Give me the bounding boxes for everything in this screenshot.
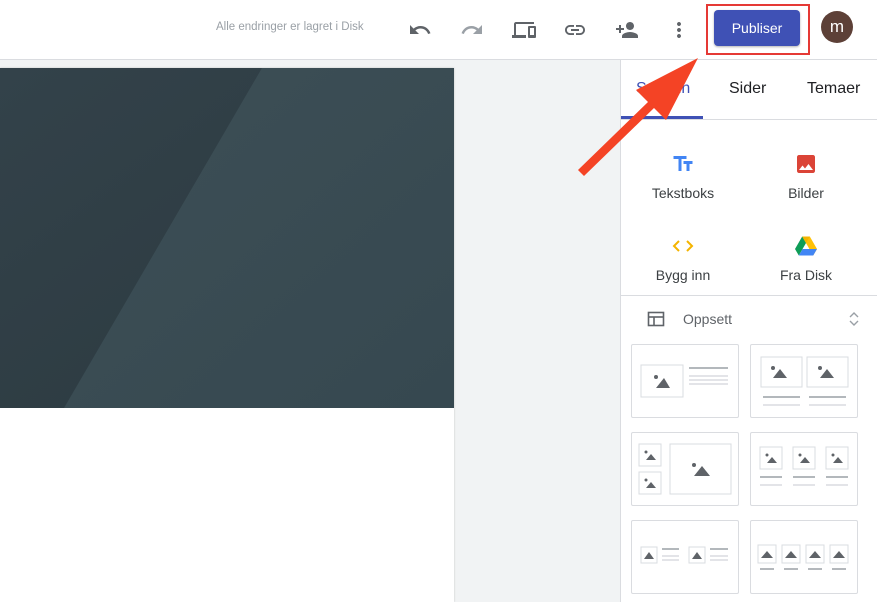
- redo-icon: [461, 25, 482, 34]
- side-panel: Sett inn Sider Temaer Tekstboks Bilder B…: [620, 60, 877, 602]
- insert-textbox-label: Tekstboks: [651, 185, 715, 201]
- layouts-label: Oppsett: [683, 311, 733, 327]
- share-button[interactable]: [611, 14, 643, 46]
- layout-four-columns[interactable]: [750, 520, 858, 594]
- layout-thumbnail: [640, 364, 728, 398]
- google-drive-icon: [795, 236, 817, 256]
- more-vert-icon: [677, 22, 681, 38]
- insert-textbox[interactable]: Tekstboks: [623, 130, 743, 201]
- undo-icon: [410, 25, 431, 34]
- preview-button[interactable]: [508, 14, 540, 46]
- layout-thumbnail: [759, 446, 849, 486]
- layout-three-images[interactable]: [631, 432, 739, 506]
- site-page[interactable]: [0, 68, 454, 602]
- insert-grid: Tekstboks Bilder Bygg inn Fra Disk: [621, 120, 877, 296]
- layout-thumbnail: [638, 443, 732, 495]
- save-status-text: Alle endringer er lagret i Disk: [216, 21, 364, 33]
- layout-thumbnail: [640, 546, 728, 564]
- insert-from-drive-label: Fra Disk: [779, 267, 833, 283]
- avatar[interactable]: m: [821, 11, 853, 43]
- tab-themes[interactable]: Temaer: [807, 80, 860, 98]
- layout-two-images-text[interactable]: [750, 344, 858, 418]
- collapse-chevron-icon: [849, 312, 859, 326]
- tab-insert[interactable]: Sett inn: [636, 80, 690, 98]
- insert-embed-label: Bygg inn: [655, 267, 711, 283]
- layout-thumbnail: [757, 544, 849, 570]
- preview-devices-icon: [512, 22, 536, 38]
- image-icon: [797, 155, 815, 173]
- top-toolbar: Alle endringer er lagret i Disk Publiser…: [0, 0, 877, 60]
- more-options-button[interactable]: [663, 14, 695, 46]
- insert-images[interactable]: Bilder: [746, 130, 866, 201]
- insert-from-drive[interactable]: Fra Disk: [746, 212, 866, 283]
- header-banner[interactable]: [0, 68, 454, 408]
- layout-thumbnail: [760, 356, 849, 406]
- layout-image-left-text[interactable]: [631, 344, 739, 418]
- layout-two-image-text-rows[interactable]: [631, 520, 739, 594]
- publish-button[interactable]: Publiser: [714, 10, 800, 46]
- add-person-icon: [616, 22, 638, 38]
- embed-code-icon: [672, 240, 694, 252]
- tab-pages[interactable]: Sider: [729, 80, 766, 98]
- undo-button[interactable]: [404, 14, 436, 46]
- panel-tabs: Sett inn Sider Temaer: [621, 60, 877, 120]
- redo-button[interactable]: [456, 14, 488, 46]
- insert-embed[interactable]: Bygg inn: [623, 212, 743, 283]
- layout-three-columns[interactable]: [750, 432, 858, 506]
- editor-canvas: [0, 60, 620, 602]
- copy-link-button[interactable]: [559, 14, 591, 46]
- active-tab-indicator: [621, 116, 703, 119]
- text-box-icon: [673, 156, 693, 171]
- layouts-section-header[interactable]: Oppsett: [621, 297, 877, 341]
- link-icon: [565, 25, 585, 35]
- layout-icon: [647, 311, 665, 327]
- insert-images-label: Bilder: [788, 185, 824, 201]
